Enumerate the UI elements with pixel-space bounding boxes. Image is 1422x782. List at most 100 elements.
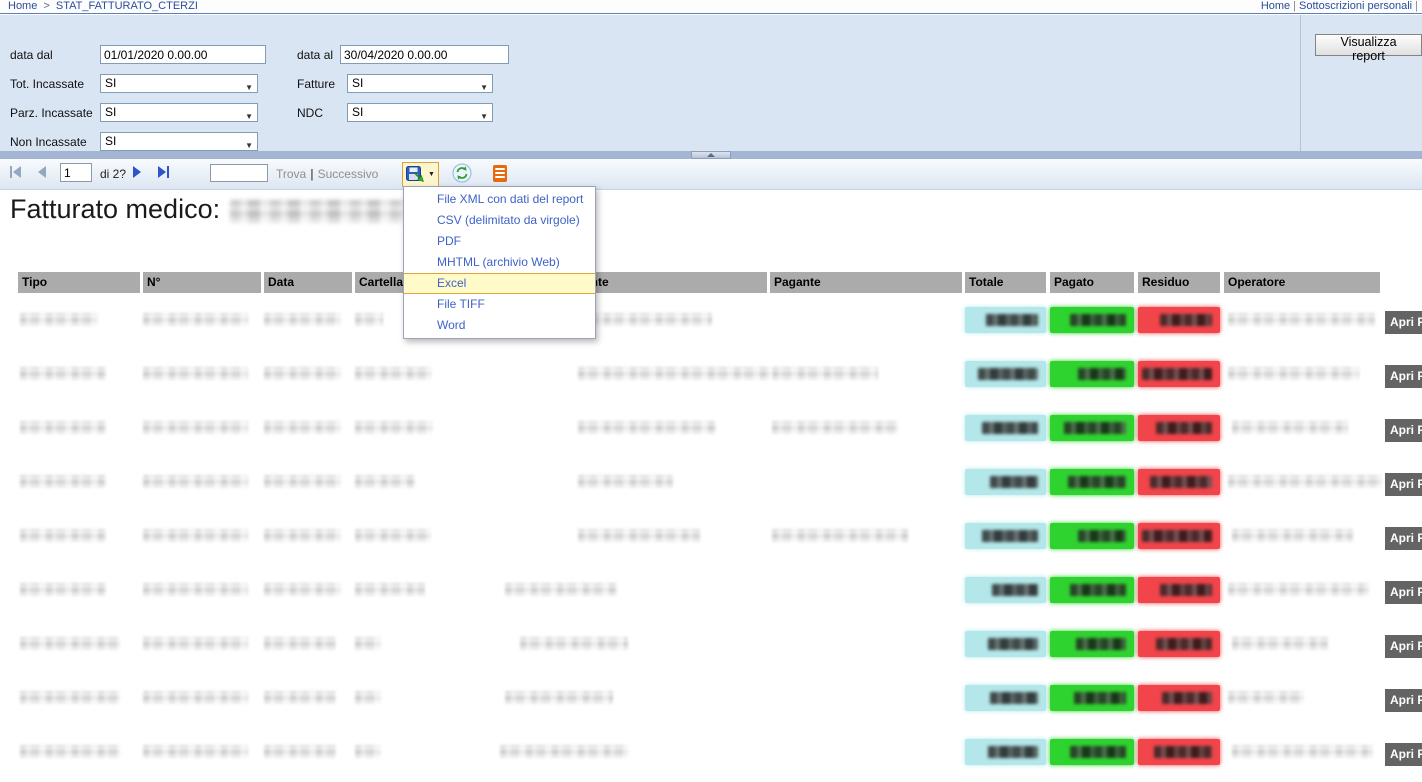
redacted-pagante xyxy=(772,421,898,434)
redacted-tipo xyxy=(20,745,120,758)
column-header-pagato: Pagato xyxy=(1050,272,1134,293)
apri-button[interactable]: Apri F xyxy=(1385,473,1422,496)
totale-cell-value xyxy=(982,530,1038,542)
apri-button[interactable]: Apri F xyxy=(1385,689,1422,712)
redacted-paziente xyxy=(578,529,700,542)
apri-button[interactable]: Apri F xyxy=(1385,527,1422,550)
export-option-file-tiff[interactable]: File TIFF xyxy=(404,294,595,315)
parz-incassate-select[interactable]: SI▼ xyxy=(100,103,258,122)
refresh-button[interactable] xyxy=(452,163,472,186)
export-option-excel[interactable]: Excel xyxy=(404,273,595,294)
residuo-cell-value xyxy=(1162,692,1212,704)
totale-cell-value xyxy=(990,476,1038,488)
data-al-input[interactable] xyxy=(340,45,509,64)
apri-button[interactable]: Apri F xyxy=(1385,581,1422,604)
pagato-cell-value xyxy=(1068,476,1126,488)
pagato-cell xyxy=(1050,469,1134,495)
table-row: Apri F xyxy=(0,404,1422,458)
data-feed-button[interactable] xyxy=(493,165,507,182)
residuo-cell xyxy=(1138,415,1220,441)
redacted-operatore xyxy=(1228,313,1375,326)
data-al-label: data al xyxy=(297,48,333,62)
redacted-data xyxy=(264,367,341,380)
data-dal-input[interactable] xyxy=(100,45,266,64)
totale-cell-value xyxy=(986,314,1038,326)
export-option-mhtml-archivio-web-[interactable]: MHTML (archivio Web) xyxy=(404,252,595,273)
find-button[interactable]: Trova xyxy=(276,167,306,181)
top-links-trailing-separator: | xyxy=(1415,0,1418,12)
redacted-paziente xyxy=(578,367,770,380)
export-option-pdf[interactable]: PDF xyxy=(404,231,595,252)
table-row: Apri F xyxy=(0,458,1422,512)
non-incassate-select[interactable]: SI▼ xyxy=(100,132,258,151)
redacted-cartella xyxy=(355,691,381,704)
table-row: Apri F xyxy=(0,296,1422,350)
redacted-cartella xyxy=(355,583,425,596)
redacted-tipo xyxy=(20,637,120,650)
collapse-parameters-handle[interactable] xyxy=(691,151,731,159)
export-option-word[interactable]: Word xyxy=(404,315,595,336)
residuo-cell xyxy=(1138,523,1220,549)
pagato-cell xyxy=(1050,523,1134,549)
current-page-input[interactable] xyxy=(60,163,92,182)
residuo-cell-value xyxy=(1154,746,1212,758)
totale-cell-value xyxy=(978,368,1038,380)
export-option-file-xml-con-dati-del-report[interactable]: File XML con dati del report xyxy=(404,189,595,210)
apri-button[interactable]: Apri F xyxy=(1385,419,1422,442)
redacted-paziente xyxy=(505,583,617,596)
totale-cell xyxy=(965,631,1046,657)
ndc-select[interactable]: SI▼ xyxy=(347,103,493,122)
redacted-data xyxy=(264,475,341,488)
first-page-button[interactable] xyxy=(10,166,21,178)
parameters-panel: data dal data al Tot. Incassate SI▼ Fatt… xyxy=(0,15,1422,151)
totale-cell xyxy=(965,523,1046,549)
column-header-pagante: Pagante xyxy=(770,272,962,293)
residuo-cell-value xyxy=(1142,530,1212,542)
redacted-operatore xyxy=(1228,583,1369,596)
data-feed-icon xyxy=(493,165,507,182)
search-input[interactable] xyxy=(210,164,268,182)
redacted-operatore xyxy=(1232,637,1328,650)
totale-cell xyxy=(965,577,1046,603)
table-row: Apri F xyxy=(0,728,1422,782)
redacted-paziente xyxy=(578,475,673,488)
redacted-cartella xyxy=(355,745,381,758)
residuo-cell xyxy=(1138,307,1220,333)
last-page-button[interactable] xyxy=(158,166,169,178)
redacted-data xyxy=(264,637,336,650)
pagato-cell-value xyxy=(1078,530,1126,542)
previous-page-button[interactable] xyxy=(38,166,46,178)
apri-button[interactable]: Apri F xyxy=(1385,365,1422,388)
pagato-cell-value xyxy=(1070,314,1126,326)
breadcrumb-report-link[interactable]: STAT_FATTURATO_CTERZI xyxy=(56,0,198,12)
residuo-cell xyxy=(1138,361,1220,387)
chevron-down-icon: ▼ xyxy=(480,79,488,96)
export-option-csv-delimitato-da-virgole-[interactable]: CSV (delimitato da virgole) xyxy=(404,210,595,231)
totale-cell-value xyxy=(988,746,1038,758)
redacted-operatore xyxy=(1232,745,1373,758)
find-next-button[interactable]: Successivo xyxy=(318,167,379,181)
next-page-button[interactable] xyxy=(133,166,141,178)
totale-cell xyxy=(965,469,1046,495)
redacted-data xyxy=(264,529,341,542)
tot-incassate-select[interactable]: SI▼ xyxy=(100,74,258,93)
personal-subscriptions-link[interactable]: Sottoscrizioni personali xyxy=(1299,0,1412,12)
breadcrumb-home-link[interactable]: Home xyxy=(8,0,37,12)
apri-button[interactable]: Apri F xyxy=(1385,311,1422,334)
parz-incassate-label: Parz. Incassate xyxy=(10,106,93,120)
table-row: Apri F xyxy=(0,566,1422,620)
apri-button[interactable]: Apri F xyxy=(1385,743,1422,766)
apri-button[interactable]: Apri F xyxy=(1385,635,1422,658)
redacted-operatore xyxy=(1228,475,1382,488)
redacted-data xyxy=(264,583,341,596)
redacted-numero xyxy=(143,367,248,380)
pagato-cell xyxy=(1050,631,1134,657)
redacted-cartella xyxy=(355,529,431,542)
fatture-select[interactable]: SI▼ xyxy=(347,74,493,93)
export-button[interactable]: ▼ xyxy=(402,162,439,187)
redacted-paziente xyxy=(520,637,628,650)
view-report-button[interactable]: Visualizza report xyxy=(1315,34,1422,56)
home-link[interactable]: Home xyxy=(1261,0,1290,12)
first-page-icon xyxy=(10,166,12,178)
redacted-data xyxy=(264,691,336,704)
